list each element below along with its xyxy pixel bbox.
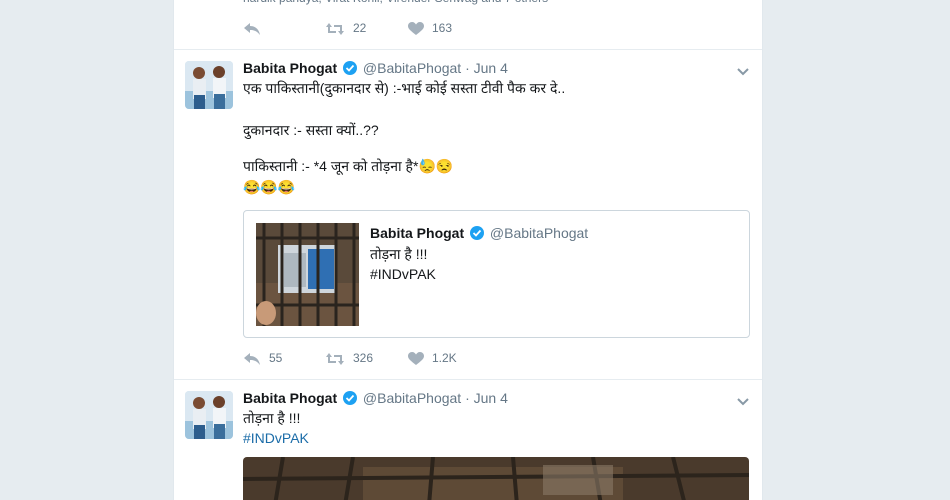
tweet-text-line-4: 😂😂😂 — [243, 179, 296, 195]
retweet-count: 22 — [353, 21, 367, 35]
timestamp[interactable]: Jun 4 — [474, 390, 508, 406]
tweet-text-line-3: पाकिस्तानी :- *4 जून को तोड़ना है*😓😒 — [243, 158, 454, 174]
chevron-down-icon[interactable] — [736, 394, 750, 406]
tweet-text-line-1: एक पाकिस्तानी(दुकानदार से) :-भाई कोई सस्… — [243, 80, 566, 96]
separator-dot: · — [465, 60, 470, 76]
tweet-text-line-2: दुकानदार :- सस्ता क्यों..?? — [243, 122, 379, 138]
reply-button[interactable]: 55 — [243, 351, 282, 366]
reply-icon — [244, 23, 260, 35]
retweet-button[interactable]: 22 — [325, 21, 366, 36]
quoted-author: Babita Phogat @BabitaPhogat — [370, 225, 588, 243]
like-count: 163 — [432, 21, 453, 35]
verified-icon — [470, 226, 485, 243]
like-button[interactable]: 163 — [408, 21, 452, 36]
verified-icon — [343, 61, 358, 78]
retweet-count: 326 — [353, 351, 374, 365]
retweet-icon — [326, 23, 344, 35]
retweet-icon — [326, 353, 344, 365]
tweet-1[interactable]: Babita Phogat @BabitaPhogat · Jun 4 एक प… — [174, 49, 762, 380]
chevron-down-icon[interactable] — [736, 64, 750, 76]
quoted-author-name: Babita Phogat — [370, 225, 465, 241]
quoted-tweet-image — [256, 223, 359, 326]
author-handle[interactable]: @BabitaPhogat — [363, 60, 461, 76]
reply-count: 55 — [269, 351, 283, 365]
tweet-previous[interactable]: hardik pandya, Virat Kohli, Virender Seh… — [174, 0, 762, 50]
quoted-author-handle: @BabitaPhogat — [489, 225, 589, 241]
heart-icon — [408, 352, 424, 365]
separator-dot: · — [465, 390, 470, 406]
tweet-media-image[interactable] — [243, 457, 749, 500]
quoted-tweet[interactable]: Babita Phogat @BabitaPhogat तोड़ना है !!… — [243, 210, 750, 338]
quoted-hashtag: #INDvPAK — [370, 266, 436, 282]
author-handle[interactable]: @BabitaPhogat — [363, 390, 461, 406]
timestamp[interactable]: Jun 4 — [474, 60, 508, 76]
tweet-header: Babita Phogat @BabitaPhogat · Jun 4 — [243, 390, 508, 408]
quoted-text: तोड़ना है !!! — [370, 246, 428, 262]
verified-icon — [343, 391, 358, 408]
reply-icon — [244, 353, 260, 365]
tweet-header: Babita Phogat @BabitaPhogat · Jun 4 — [243, 60, 508, 78]
hashtag-link[interactable]: #INDvPAK — [243, 428, 309, 449]
avatar[interactable] — [185, 61, 233, 109]
tweet-text: तोड़ना है !!! — [243, 410, 301, 426]
timeline: hardik pandya, Virat Kohli, Virender Seh… — [173, 0, 763, 500]
avatar[interactable] — [185, 391, 233, 439]
author-name[interactable]: Babita Phogat — [243, 60, 337, 76]
like-button[interactable]: 1.2K — [408, 351, 457, 366]
retweet-button[interactable]: 326 — [325, 351, 373, 366]
liked-by-text[interactable]: hardik pandya, Virat Kohli, Virender Seh… — [243, 0, 548, 9]
author-name[interactable]: Babita Phogat — [243, 390, 337, 406]
reply-button[interactable] — [243, 21, 269, 36]
like-count: 1.2K — [432, 351, 457, 365]
quoted-tweet-text: तोड़ना है !!! #INDvPAK — [370, 244, 436, 284]
heart-icon — [408, 22, 424, 35]
